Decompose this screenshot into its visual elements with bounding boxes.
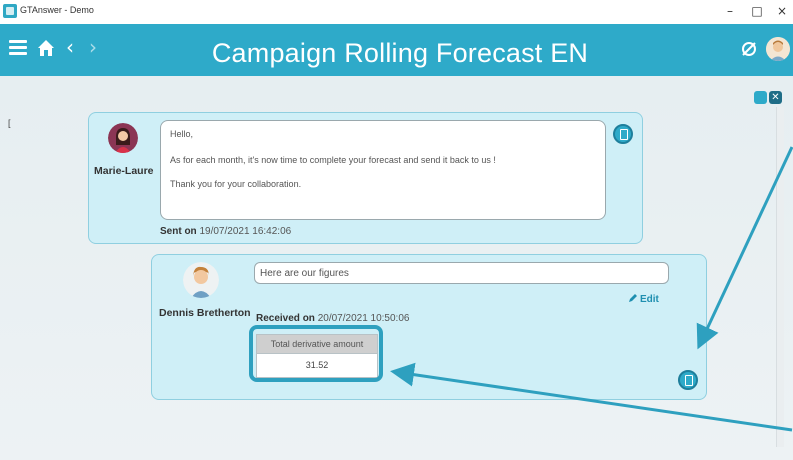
left-marker: [ <box>8 118 11 128</box>
user-avatar[interactable] <box>766 37 790 61</box>
sent-timestamp: Sent on 19/07/2021 16:42:06 <box>160 226 292 237</box>
vertical-scrollbar[interactable] <box>776 107 784 447</box>
sync-icon[interactable] <box>740 40 758 58</box>
close-icon[interactable]: ✕ <box>769 91 782 104</box>
forward-arrow-icon[interactable]: › <box>89 35 97 59</box>
edit-button[interactable]: Edit <box>628 293 659 305</box>
message-line: As for each month, it's now time to comp… <box>170 155 496 165</box>
received-timestamp: Received on 20/07/2021 10:50:06 <box>256 313 410 324</box>
responder-name: Dennis Bretherton <box>159 307 251 319</box>
message-document-icon[interactable] <box>613 124 633 144</box>
sender-avatar <box>108 123 138 153</box>
title-bar: GTAnswer - Demo – □ × <box>0 0 793 24</box>
pencil-icon <box>629 294 637 302</box>
minimize-button[interactable]: – <box>718 2 742 20</box>
table-highlight-box <box>249 325 383 382</box>
back-arrow-icon[interactable]: ‹ <box>66 35 74 59</box>
alarm-icon[interactable] <box>754 91 767 104</box>
home-icon[interactable] <box>37 38 55 58</box>
app-window-title: GTAnswer - Demo <box>20 5 94 15</box>
message-line: Hello, <box>170 129 194 139</box>
reply-field[interactable]: Here are our figures <box>254 262 669 284</box>
hamburger-icon[interactable] <box>9 40 27 56</box>
responder-avatar <box>183 262 219 298</box>
app-logo-icon <box>3 4 17 18</box>
message-line: Thank you for your collaboration. <box>170 179 302 189</box>
maximize-button[interactable]: □ <box>745 2 769 20</box>
received-document-icon[interactable] <box>678 370 698 390</box>
page-title: Campaign Rolling Forecast EN <box>211 38 589 68</box>
message-body: Hello, As for each month, it's now time … <box>160 120 606 220</box>
reply-text: Here are our figures <box>260 268 349 279</box>
close-window-button[interactable]: × <box>770 2 793 20</box>
sender-name: Marie-Laure <box>94 165 154 177</box>
app-window: GTAnswer - Demo – □ × ‹ › Campaign Rolli… <box>0 0 793 460</box>
